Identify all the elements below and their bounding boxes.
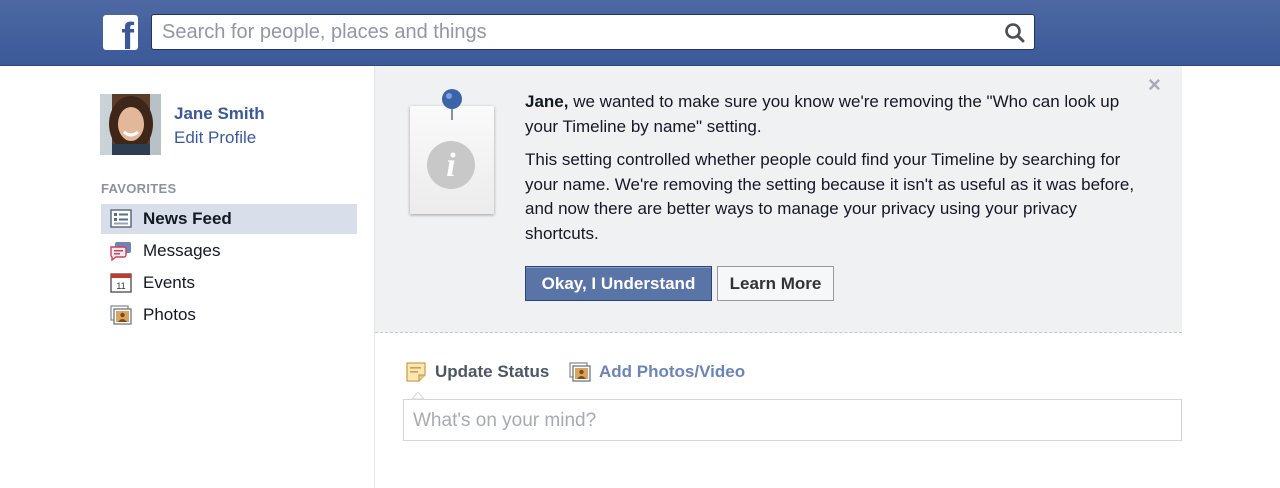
calendar-icon: 11: [110, 273, 132, 293]
sidebar-item-messages[interactable]: Messages: [101, 236, 357, 266]
close-icon[interactable]: ×: [1148, 74, 1161, 96]
tab-label: Add Photos/Video: [599, 362, 746, 381]
avatar-photo: [100, 94, 161, 155]
tab-label: Update Status: [435, 362, 550, 381]
profile-name[interactable]: Jane Smith: [174, 104, 265, 124]
edit-profile-link[interactable]: Edit Profile: [174, 128, 256, 148]
search-box[interactable]: [151, 14, 1035, 50]
news-feed-icon: [110, 209, 132, 228]
notice-text: Jane, we wanted to make sure you know we…: [525, 90, 1145, 246]
photos-icon: [110, 305, 132, 325]
learn-more-button[interactable]: Learn More: [717, 266, 834, 301]
favorites-header: FAVORITES: [101, 181, 177, 196]
sidebar-item-photos[interactable]: Photos: [101, 300, 357, 330]
messages-icon: [110, 242, 131, 261]
sidebar-item-label: Events: [143, 273, 195, 292]
privacy-notice: × i Jane, we wanted to make sure you kno…: [375, 66, 1182, 333]
main-column: × i Jane, we wanted to make sure you kno…: [374, 66, 1182, 488]
status-placeholder: What's on your mind?: [413, 410, 597, 431]
info-icon: i: [427, 141, 475, 189]
notice-lead: Jane, we wanted to make sure you know we…: [525, 90, 1145, 139]
facebook-logo-letter: f: [121, 16, 134, 50]
info-letter: i: [446, 147, 456, 184]
search-input[interactable]: [162, 15, 982, 49]
calendar-day: 11: [116, 281, 125, 291]
note-card: i: [410, 106, 494, 214]
okay-understand-button[interactable]: Okay, I Understand: [525, 266, 712, 301]
facebook-logo[interactable]: f: [103, 15, 138, 50]
notice-lead-name: Jane,: [525, 92, 569, 111]
avatar[interactable]: [100, 94, 161, 155]
sidebar-item-news-feed[interactable]: News Feed: [101, 204, 357, 234]
search-icon[interactable]: [1002, 20, 1028, 46]
notice-body: This setting controlled whether people c…: [525, 150, 1135, 243]
status-note-icon: [406, 362, 426, 382]
status-input[interactable]: What's on your mind?: [403, 399, 1182, 441]
composer-caret: [412, 392, 424, 399]
pushpin-icon: [442, 89, 462, 120]
sidebar-item-label: News Feed: [143, 209, 232, 228]
sidebar-item-label: Photos: [143, 305, 196, 324]
sidebar-item-label: Messages: [143, 241, 221, 260]
sidebar-item-events[interactable]: 11 Events: [101, 268, 357, 298]
photos-icon: [569, 362, 591, 382]
notice-lead-text: we wanted to make sure you know we're re…: [525, 92, 1120, 136]
top-bar: f: [0, 0, 1280, 66]
